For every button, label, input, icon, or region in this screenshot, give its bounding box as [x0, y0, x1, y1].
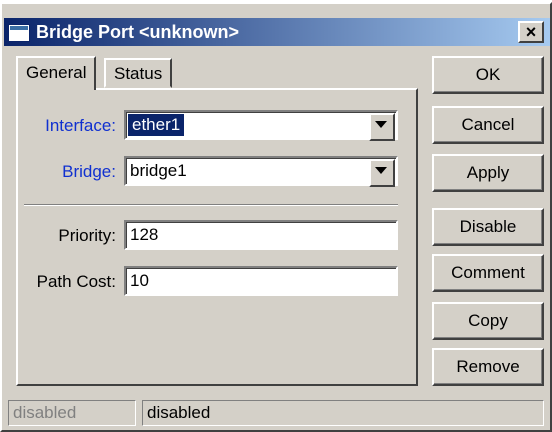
dropdown-arrow-icon	[375, 121, 387, 128]
window-icon	[8, 24, 30, 42]
cancel-button[interactable]: Cancel	[432, 106, 544, 144]
close-icon: ×	[525, 22, 537, 42]
ok-button[interactable]: OK	[432, 56, 544, 94]
disable-button[interactable]: Disable	[432, 208, 544, 246]
window-title: Bridge Port <unknown>	[36, 22, 240, 42]
form-separator	[24, 204, 398, 206]
priority-input[interactable]: 128	[124, 220, 398, 250]
tab-status[interactable]: Status	[104, 58, 173, 88]
tab-general[interactable]: General	[16, 56, 97, 90]
remove-button[interactable]: Remove	[432, 348, 544, 386]
close-button[interactable]: ×	[518, 21, 544, 43]
comment-button[interactable]: Comment	[432, 254, 544, 292]
bridge-value: bridge1	[130, 161, 187, 180]
bridge-label: Bridge:	[62, 162, 116, 181]
path-cost-input[interactable]: 10	[124, 266, 398, 296]
copy-button[interactable]: Copy	[432, 302, 544, 340]
status-left: disabled	[8, 400, 136, 426]
interface-value: ether1	[128, 114, 185, 136]
interface-dropdown-button[interactable]	[369, 113, 395, 141]
apply-button[interactable]: Apply	[432, 154, 544, 192]
path-cost-label: Path Cost:	[36, 272, 116, 291]
bridge-dropdown-button[interactable]	[369, 159, 395, 187]
priority-label: Priority:	[58, 226, 116, 245]
dropdown-arrow-icon	[375, 167, 387, 174]
bridge-select[interactable]: bridge1	[124, 156, 398, 187]
priority-value: 128	[130, 225, 159, 244]
interface-label: Interface:	[45, 116, 116, 135]
interface-select[interactable]: ether1	[124, 110, 398, 141]
path-cost-value: 10	[130, 271, 149, 290]
status-right: disabled	[142, 400, 544, 426]
